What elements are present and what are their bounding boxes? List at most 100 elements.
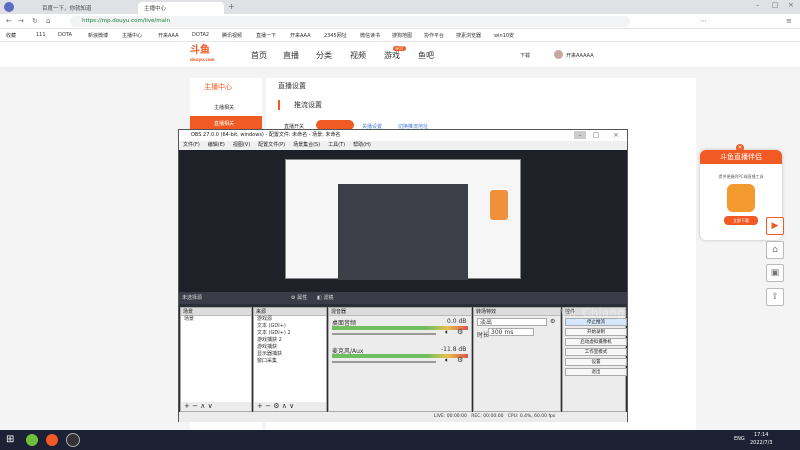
mixer-settings-icon[interactable]: ⚙ <box>457 356 463 364</box>
bookmark-item[interactable]: 2345网址 <box>324 32 347 39</box>
start-record-button[interactable]: 开始录制 <box>565 328 627 336</box>
bookmark-item[interactable]: 腾讯视频 <box>222 32 242 39</box>
source-item[interactable]: 文本 (GDI+) 2 <box>254 330 326 337</box>
obs-close-icon[interactable]: × <box>613 131 619 139</box>
back-icon[interactable]: ← <box>6 17 12 25</box>
extensions-icon[interactable]: ⋯ <box>700 17 707 25</box>
nav-category[interactable]: 分类 <box>316 50 332 61</box>
transition-select[interactable]: 淡出 <box>477 318 547 326</box>
volume-slider[interactable] <box>332 361 436 363</box>
studio-mode-button[interactable]: 工作室模式 <box>565 348 627 356</box>
volume-slider[interactable] <box>332 333 436 335</box>
obs-preview[interactable] <box>179 150 627 292</box>
remove-scene-icon[interactable]: − <box>192 402 198 410</box>
app-icon[interactable] <box>46 434 58 446</box>
menu-edit[interactable]: 编辑(E) <box>208 142 225 148</box>
filters-button[interactable]: ◧ 滤镜 <box>317 292 333 304</box>
move-down-icon[interactable]: ∨ <box>208 402 213 410</box>
menu-tools[interactable]: 工具(T) <box>328 142 345 148</box>
virtual-camera-button[interactable]: 启动虚拟摄像机 <box>565 338 627 346</box>
sidebar-item-anchor[interactable]: 主播相关 <box>190 100 262 116</box>
source-item[interactable]: 窗口采集 <box>254 358 326 365</box>
nav-fish-bar[interactable]: 鱼吧 <box>418 50 434 61</box>
bookmark-item[interactable]: 主播中心 <box>122 32 142 39</box>
url-input[interactable]: https://mp.douyu.com/live/main <box>70 16 630 27</box>
nav-home[interactable]: 首页 <box>251 50 267 61</box>
menu-help[interactable]: 帮助(H) <box>353 142 371 148</box>
language-indicator[interactable]: ENG <box>734 436 745 442</box>
download-link[interactable]: 下载 <box>520 52 530 59</box>
partner-download-button[interactable]: 立即下载 <box>724 216 758 225</box>
add-source-icon[interactable]: + <box>257 402 263 410</box>
bookmark-item[interactable]: 开来AAA <box>158 32 179 39</box>
speaker-icon[interactable]: 🔈︎ <box>445 356 449 365</box>
close-icon[interactable]: × <box>788 1 794 9</box>
section-title: 推流设置 <box>278 100 696 110</box>
bookmark-item[interactable]: 微信读书 <box>360 32 380 39</box>
move-up-icon[interactable]: ∧ <box>200 402 205 410</box>
clock-date[interactable]: 2022/7/3 <box>750 440 772 446</box>
tab-anchor-center[interactable]: 主播中心 <box>138 2 224 14</box>
exit-button[interactable]: 退出 <box>565 368 627 376</box>
obs-window[interactable]: OBS 27.0.0 (64-bit, windows) - 配置文件: 未命名… <box>178 129 628 422</box>
source-item[interactable]: 显示器捕获 <box>254 351 326 358</box>
menu-file[interactable]: 文件(F) <box>183 142 200 148</box>
bookmark-item[interactable]: DOTA2 <box>192 32 209 38</box>
source-item[interactable]: 游戏捕获 2 <box>254 337 326 344</box>
app-side-icon[interactable]: ▣ <box>766 264 784 282</box>
bookmark-item[interactable]: 收藏 <box>6 32 16 39</box>
bookmark-item[interactable]: 开来AAA <box>290 32 311 39</box>
menu-scene-collection[interactable]: 场景集合(S) <box>293 142 320 148</box>
add-scene-icon[interactable]: + <box>184 402 190 410</box>
new-tab-icon[interactable]: + <box>228 2 235 11</box>
clock-time[interactable]: 17:14 <box>754 432 768 438</box>
source-item[interactable]: 文本 (GDI+) <box>254 323 326 330</box>
remove-source-icon[interactable]: − <box>265 402 271 410</box>
bookmark-item[interactable]: 搜狗地图 <box>392 32 412 39</box>
reload-icon[interactable]: ↻ <box>32 17 38 25</box>
bookmark-item[interactable]: 直播一下 <box>256 32 276 39</box>
properties-button[interactable]: ⚙ 属性 <box>291 292 307 304</box>
play-icon[interactable]: ▶ <box>766 217 784 235</box>
tab-baidu[interactable]: 百度一下，你就知道 <box>36 2 136 14</box>
move-up-icon[interactable]: ∧ <box>282 402 287 410</box>
maximize-icon[interactable]: □ <box>772 1 779 9</box>
obs-app-icon[interactable] <box>66 433 80 447</box>
windows-start-icon[interactable]: ⊞ <box>6 434 14 445</box>
source-item[interactable]: 游戏源 <box>254 316 326 323</box>
nav-game[interactable]: 游戏 HOT <box>384 46 406 61</box>
home-side-icon[interactable]: ⌂ <box>766 241 784 259</box>
nav-live[interactable]: 直播 <box>283 50 299 61</box>
minimize-icon[interactable]: – <box>756 1 760 9</box>
partner-close-icon[interactable]: × <box>736 144 744 152</box>
username[interactable]: 开来AAAAA <box>566 52 594 59</box>
obs-minimize-icon[interactable]: – <box>574 131 586 139</box>
bookmark-item[interactable]: 搜素浏览器 <box>456 32 481 39</box>
browser-logo-icon[interactable] <box>4 2 14 12</box>
douyu-logo[interactable]: 斗鱼 douyu.com <box>190 45 226 63</box>
speaker-icon[interactable]: 🔈︎ <box>445 328 449 337</box>
bookmark-item[interactable]: 新浪微博 <box>88 32 108 39</box>
avatar[interactable] <box>554 50 563 59</box>
bookmark-item[interactable]: win10安 <box>494 32 514 39</box>
gear-icon[interactable]: ⚙ <box>273 402 279 410</box>
bookmark-item[interactable]: 协作平台 <box>424 32 444 39</box>
share-side-icon[interactable]: ⇪ <box>766 288 784 306</box>
bookmark-item[interactable]: DOTA <box>58 32 72 38</box>
menu-view[interactable]: 视图(V) <box>233 142 250 148</box>
nav-video[interactable]: 视频 <box>350 50 366 61</box>
obs-maximize-icon[interactable]: □ <box>593 131 600 139</box>
home-icon[interactable]: ⌂ <box>46 17 50 25</box>
menu-profile[interactable]: 配置文件(P) <box>258 142 285 148</box>
menu-icon[interactable]: ≡ <box>786 17 792 25</box>
duration-input[interactable]: 300 ms <box>488 328 534 336</box>
transition-settings-icon[interactable]: ⚙ <box>550 318 555 325</box>
mixer-settings-icon[interactable]: ⚙ <box>457 328 463 336</box>
settings-button[interactable]: 设置 <box>565 358 627 366</box>
source-item[interactable]: 游戏捕获 <box>254 344 326 351</box>
bookmark-item[interactable]: 111 <box>36 32 46 38</box>
forward-icon[interactable]: → <box>18 17 24 25</box>
app-icon[interactable] <box>26 434 38 446</box>
move-down-icon[interactable]: ∨ <box>289 402 294 410</box>
scene-item[interactable]: 场景 <box>181 316 251 323</box>
